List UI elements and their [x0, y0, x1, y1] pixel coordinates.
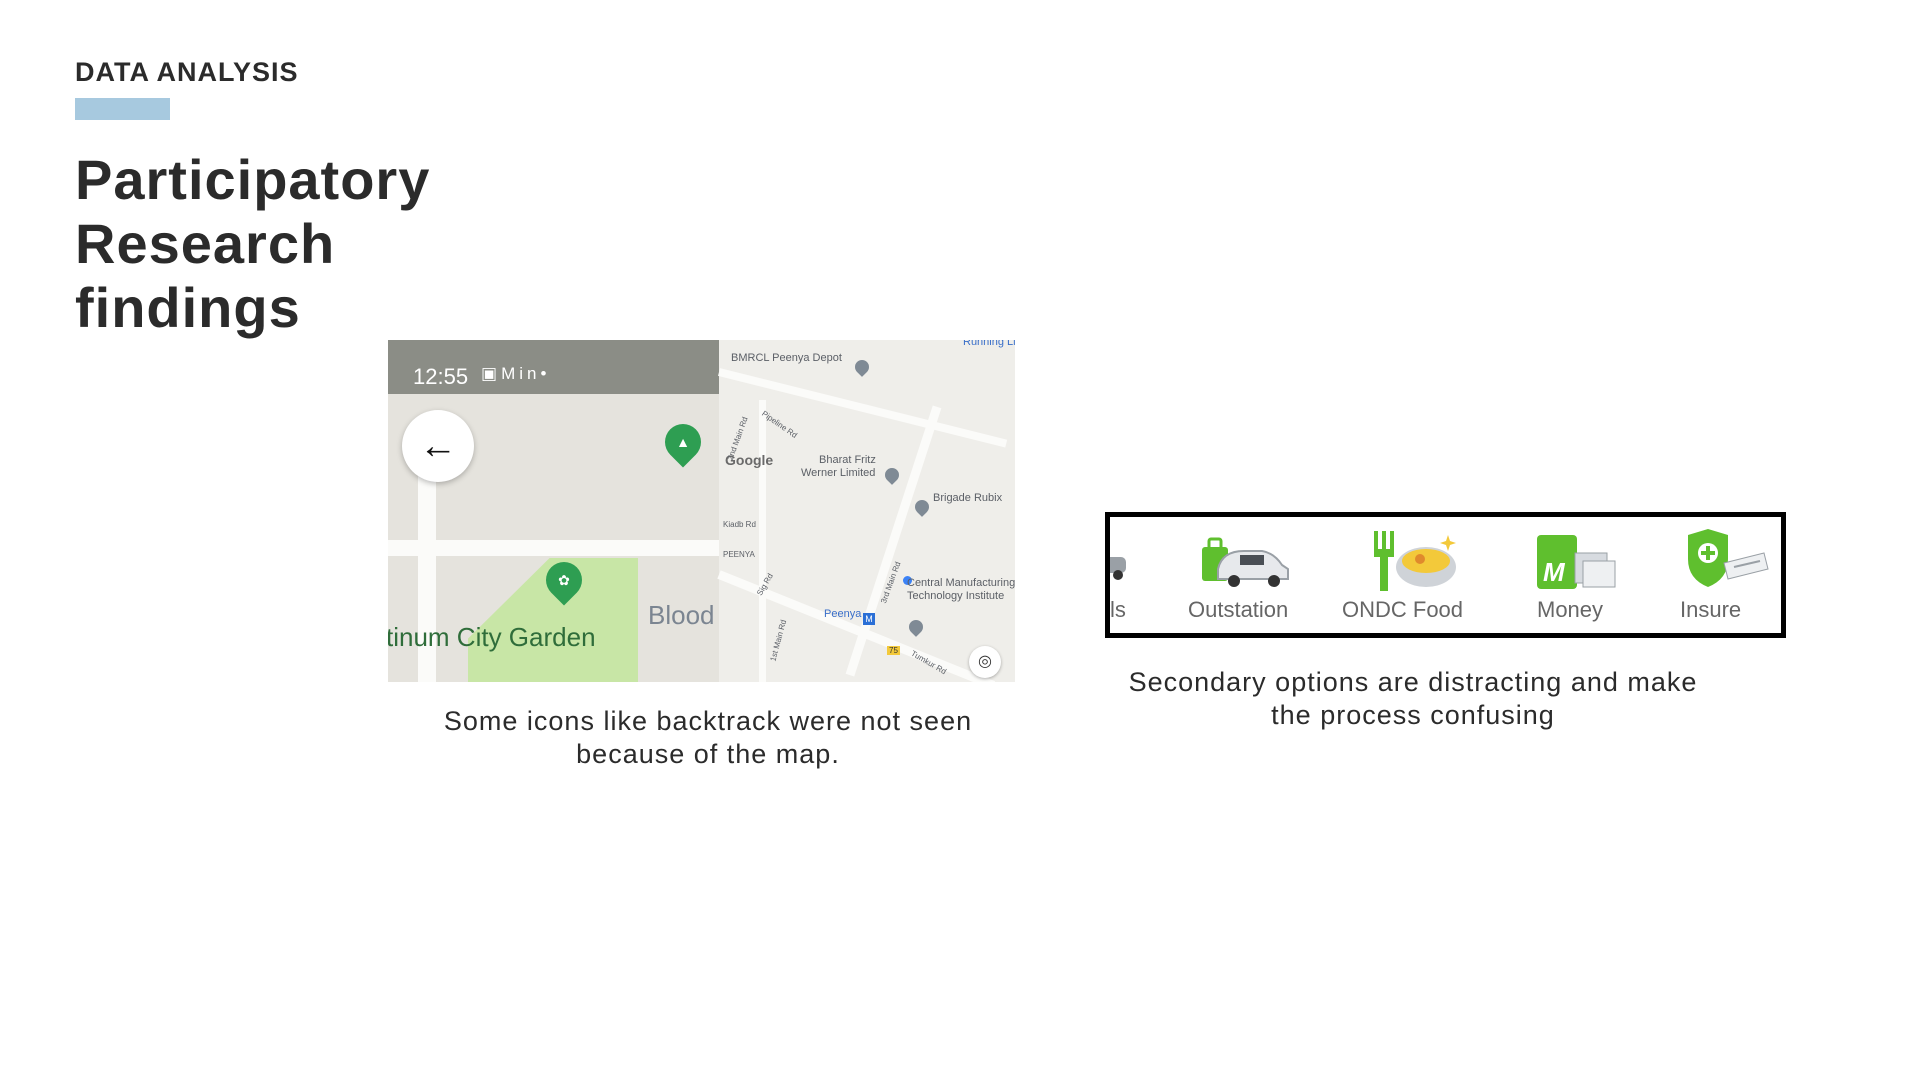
map-right-panel: BMRCL Peenya Depot Running Lin Google Bh… [717, 340, 1015, 682]
poi-kiadb: Kiadb Rd [723, 520, 756, 529]
poi-main1: 1st Main Rd [768, 618, 789, 663]
food-bowl-icon [1374, 531, 1456, 591]
map-caption: Some icons like backtrack were not seen … [443, 706, 973, 769]
status-bar: 12:55 ▣Min• [388, 340, 719, 394]
strip-item-outstation[interactable]: Outstation [1180, 517, 1310, 633]
map-road [759, 400, 766, 682]
poi-central-line2: Technology Institute [907, 590, 1005, 602]
poi-brigade: Brigade Rubix [933, 492, 1003, 504]
poi-depot: BMRCL Peenya Depot [731, 352, 842, 364]
metro-icon: M [863, 613, 875, 625]
map-road [388, 540, 719, 556]
poi-bharat-line1: Bharat Fritz [819, 454, 876, 466]
accent-bar [75, 98, 170, 120]
money-icon: M [1537, 535, 1616, 589]
map-left-panel: 12:55 ▣Min• ← ▲ ✿ tinum City Garden Bloo… [388, 340, 719, 682]
svg-text:M: M [1543, 557, 1566, 587]
map-road [845, 405, 942, 677]
linkedin-icon: in [519, 364, 541, 383]
gmail-icon: M [501, 364, 520, 383]
outstation-car-icon [1202, 537, 1289, 587]
strip-label: ls [1110, 597, 1126, 622]
strip-label: Insure [1680, 597, 1742, 622]
strip-caption: Secondary options are distracting and ma… [1128, 667, 1698, 730]
my-location-button[interactable]: ◎ [969, 646, 1001, 678]
map-screenshot: 12:55 ▣Min• ← ▲ ✿ tinum City Garden Bloo… [388, 340, 1015, 682]
dot-icon: • [540, 364, 551, 383]
poi-pin-icon[interactable] [912, 497, 932, 517]
crosshair-icon: ◎ [978, 653, 992, 670]
secondary-options-strip: ls Outstation ONDC Food M Money Insure [1105, 512, 1786, 638]
status-time: 12:55 [413, 364, 469, 389]
poi-bharat-line2: Werner Limited [801, 467, 876, 479]
strip-label: Outstation [1188, 597, 1289, 622]
strip-label: Money [1537, 597, 1604, 622]
poi-central-line1: Central Manufacturing [907, 577, 1015, 589]
tree-pin-icon[interactable]: ▲ [657, 416, 709, 468]
insurance-shield-icon [1688, 529, 1769, 587]
poi-pin-icon[interactable] [906, 617, 926, 637]
strip-item-partial[interactable]: ls [1110, 517, 1132, 633]
poi-peenya-area: PEENYA [723, 550, 755, 559]
route-badge: 75 [887, 646, 900, 655]
park-label: tinum City Garden [388, 622, 596, 652]
back-button[interactable]: ← [402, 410, 474, 482]
car-icon [1110, 557, 1126, 580]
strip-item-money[interactable]: M Money [1515, 517, 1635, 633]
page-title: Participatory Research findings [75, 148, 431, 339]
strip-item-insure[interactable]: Insure [1670, 517, 1781, 633]
strip-item-ondc-food[interactable]: ONDC Food [1342, 517, 1492, 633]
poi-peenya-station: Peenya [824, 608, 862, 620]
arrow-left-icon: ← [419, 424, 457, 467]
poi-pin-icon[interactable] [852, 357, 872, 377]
status-icons: ▣Min• [481, 364, 550, 384]
image-icon: ▣ [481, 364, 502, 383]
area-label: Blood [648, 600, 715, 630]
poi-pin-icon[interactable] [882, 465, 902, 485]
section-eyebrow: DATA ANALYSIS [75, 57, 299, 87]
strip-label: ONDC Food [1342, 597, 1464, 622]
poi-running: Running Lin [963, 340, 1015, 348]
